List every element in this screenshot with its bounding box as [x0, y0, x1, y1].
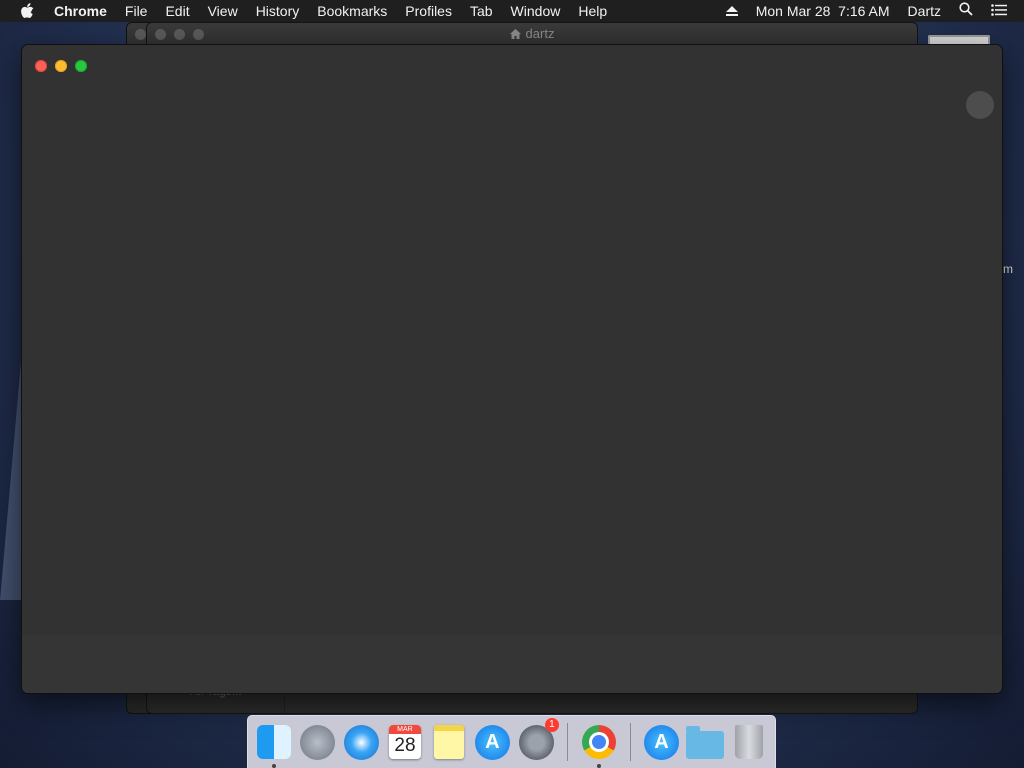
desktop-wallpaper-mountain: [0, 350, 22, 600]
menu-history[interactable]: History: [247, 0, 309, 22]
desktop-file-label: m: [1003, 262, 1013, 276]
minimize-button[interactable]: [55, 60, 67, 72]
inactive-close-button[interactable]: [135, 28, 146, 40]
menubar-user[interactable]: Dartz: [899, 0, 950, 22]
menu-bar: Chrome File Edit View History Bookmarks …: [0, 0, 1024, 22]
menu-help[interactable]: Help: [569, 0, 616, 22]
spotlight-search-icon[interactable]: [950, 0, 982, 22]
downloads-folder-icon: [686, 726, 725, 759]
dock-trash[interactable]: [730, 723, 768, 761]
dock-applications-stack[interactable]: A: [643, 723, 681, 761]
dock-separator: [629, 723, 631, 761]
background-window-title: dartz: [147, 26, 917, 42]
dock-system-preferences[interactable]: 1: [517, 718, 559, 761]
menu-window[interactable]: Window: [502, 0, 570, 22]
dock-chrome[interactable]: [580, 723, 618, 768]
apple-menu-icon[interactable]: [0, 3, 54, 19]
maximize-button[interactable]: [75, 60, 87, 72]
finder-icon: [256, 725, 291, 759]
background-window-titlebar[interactable]: dartz: [147, 23, 917, 45]
dock-launchpad[interactable]: [299, 723, 337, 761]
safari-compass-icon: [343, 724, 379, 760]
menu-tab[interactable]: Tab: [461, 0, 502, 22]
calendar-icon: MAR 28: [388, 725, 421, 759]
window-footer-area: [22, 635, 1002, 693]
menu-bookmarks[interactable]: Bookmarks: [308, 0, 396, 22]
menu-app-chrome[interactable]: Chrome: [54, 0, 116, 22]
notification-badge: 1: [544, 718, 559, 732]
eject-icon[interactable]: [717, 0, 747, 22]
running-indicator: [271, 764, 276, 768]
dock-finder[interactable]: [255, 723, 293, 768]
background-window-title-text: dartz: [525, 26, 555, 41]
dock-calendar[interactable]: MAR 28: [386, 723, 424, 761]
running-indicator: [596, 764, 601, 768]
menubar-status-area: Mon Mar 28 7:16 AM Dartz: [717, 0, 1016, 22]
dock-downloads-stack[interactable]: [686, 723, 725, 761]
chrome-icon: [581, 725, 616, 759]
notification-center-icon[interactable]: [982, 0, 1016, 22]
calendar-day: 28: [394, 735, 416, 756]
close-button[interactable]: [35, 60, 47, 72]
calendar-month: MAR: [388, 725, 421, 734]
menubar-clock[interactable]: Mon Mar 28 7:16 AM: [747, 0, 899, 22]
trash-icon: [735, 725, 764, 759]
menu-profiles[interactable]: Profiles: [396, 0, 461, 22]
menu-file[interactable]: File: [116, 0, 157, 22]
app-store-icon: A: [474, 724, 510, 760]
main-app-window[interactable]: [22, 45, 1002, 693]
applications-folder-icon: A: [643, 724, 679, 760]
avatar[interactable]: [966, 91, 994, 119]
launchpad-rocket-icon: [300, 724, 336, 760]
menu-view[interactable]: View: [199, 0, 247, 22]
dock-notes[interactable]: [430, 723, 468, 761]
dock: MAR 28 A 1 A: [247, 715, 776, 768]
window-controls: [35, 60, 87, 72]
dock-app-store[interactable]: A: [474, 723, 512, 761]
dock-safari[interactable]: [342, 723, 380, 761]
background-window-sidebar-divider: [284, 693, 285, 713]
dock-separator: [566, 723, 568, 761]
home-folder-icon: [509, 27, 521, 42]
menu-edit[interactable]: Edit: [156, 0, 198, 22]
notes-icon: [433, 725, 464, 759]
